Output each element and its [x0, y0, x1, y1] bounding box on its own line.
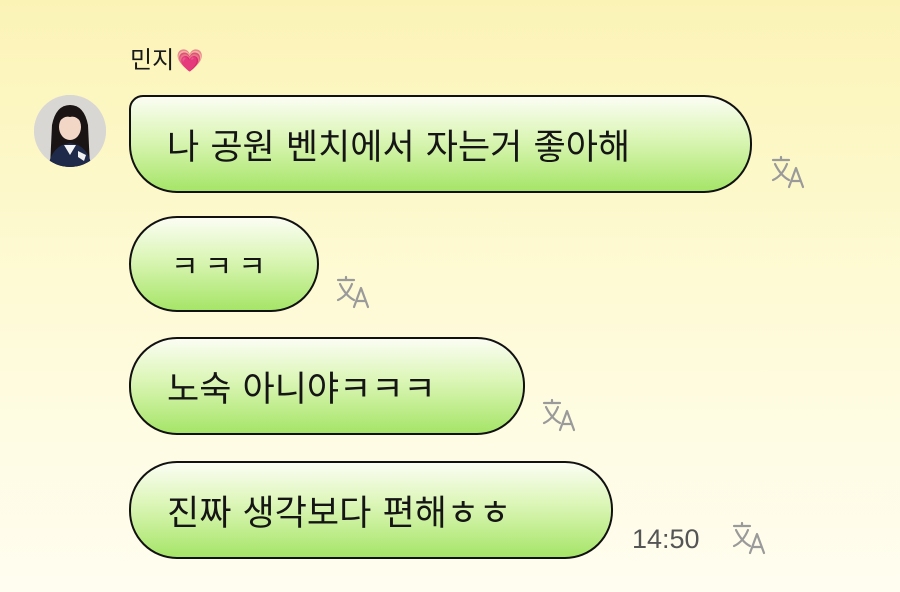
translate-icon[interactable]: [769, 154, 807, 190]
sender-name-text: 민지: [130, 46, 175, 74]
avatar[interactable]: [34, 95, 106, 167]
message-text: ㅋㅋㅋ: [171, 250, 272, 285]
translate-icon[interactable]: [334, 274, 372, 310]
message-text: 진짜 생각보다 편해ㅎㅎ: [167, 493, 512, 534]
heart-emoji: 💗: [176, 49, 204, 74]
translate-icon[interactable]: [730, 520, 768, 556]
message-bubble[interactable]: 진짜 생각보다 편해ㅎㅎ: [129, 461, 613, 559]
message-bubble[interactable]: 나 공원 벤치에서 자는거 좋아해: [129, 95, 752, 193]
message-bubble[interactable]: 노숙 아니야ㅋㅋㅋ: [129, 337, 525, 435]
message-timestamp: 14:50: [632, 524, 700, 554]
message-text: 나 공원 벤치에서 자는거 좋아해: [167, 127, 631, 168]
translate-icon[interactable]: [540, 397, 578, 433]
sender-name: 민지💗: [130, 40, 204, 75]
message-bubble[interactable]: ㅋㅋㅋ: [129, 216, 319, 312]
message-text: 노숙 아니야ㅋㅋㅋ: [167, 369, 436, 410]
